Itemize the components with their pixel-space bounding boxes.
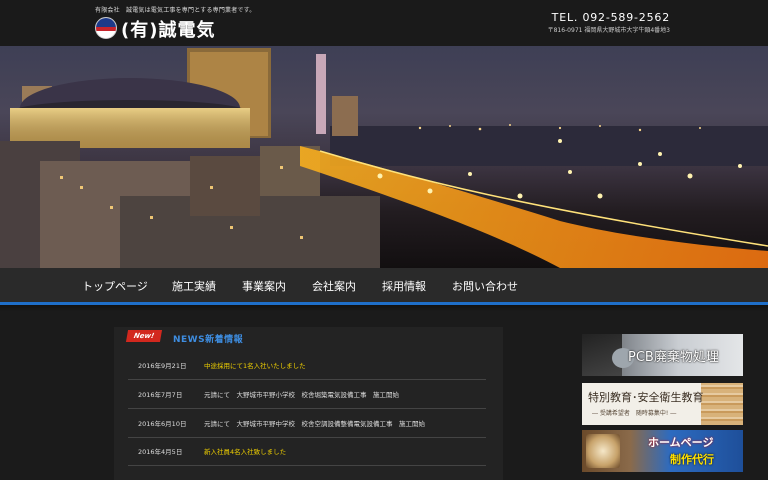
news-date: 2016年7月7日 xyxy=(138,391,183,399)
site-tagline: 有限会社 誠電気は電気工事を専門とする専門業者です。 xyxy=(95,7,256,14)
homepage-production-banner[interactable]: ホームページ 制作代行 xyxy=(582,430,743,472)
news-item[interactable]: 2016年6月10日 元請にて 大野城市平野中学校 校舎空調設備整備電気設備工事… xyxy=(128,409,486,438)
education-banner-label: 特別教育･安全衛生教育 xyxy=(588,391,704,404)
news-item[interactable]: 2016年7月7日 元請にて 大野城市平野小学校 校舎堀築電気設備工事 施工開始 xyxy=(128,380,486,409)
nav-construction-results[interactable]: 施工実績 xyxy=(172,278,216,294)
new-badge: New! xyxy=(125,330,163,342)
news-panel: New! NEWS新着情報 2016年9月21日 中途採用にて1名入社いたしまし… xyxy=(114,327,503,480)
pcb-waste-banner[interactable]: PCB廃棄物処理 xyxy=(582,334,743,376)
safety-education-banner[interactable]: 特別教育･安全衛生教育 ― 受講希望者 随時募集中! ― xyxy=(582,383,743,425)
news-text[interactable]: 元請にて 大野城市平野小学校 校舎堀築電気設備工事 施工開始 xyxy=(204,389,399,399)
news-text[interactable]: 中途採用にて1名入社いたしました xyxy=(204,360,306,370)
nav-company-info[interactable]: 会社案内 xyxy=(312,278,356,294)
nav-contact[interactable]: お問い合わせ xyxy=(452,278,518,294)
company-logo-icon[interactable] xyxy=(95,17,117,39)
homepage-banner-label: ホームページ xyxy=(648,436,714,449)
nav-top-page[interactable]: トップページ xyxy=(82,278,148,294)
main-navigation: トップページ 施工実績 事業案内 会社案内 採用情報 お問い合わせ xyxy=(0,268,768,305)
pencils-image xyxy=(701,383,743,425)
news-title: NEWS新着情報 xyxy=(173,335,244,345)
hero-night-city-image xyxy=(0,46,768,268)
news-date: 2016年4月5日 xyxy=(138,448,183,456)
news-text[interactable]: 元請にて 大野城市平野中学校 校舎空調設備整備電気設備工事 施工開始 xyxy=(204,418,425,428)
news-item[interactable]: 2016年4月5日 新入社員4名入社致しました xyxy=(128,437,486,466)
news-text[interactable]: 新入社員4名入社致しました xyxy=(204,446,286,456)
news-date: 2016年9月21日 xyxy=(138,362,187,370)
food-image xyxy=(586,434,620,468)
nav-recruitment[interactable]: 採用情報 xyxy=(382,278,426,294)
nav-divider xyxy=(0,305,768,311)
news-date: 2016年6月10日 xyxy=(138,420,187,428)
nav-business-guide[interactable]: 事業案内 xyxy=(242,278,286,294)
company-name[interactable]: (有)誠電気 xyxy=(121,16,215,42)
pcb-banner-label: PCB廃棄物処理 xyxy=(628,350,719,365)
company-address: 〒816-0971 福岡県大野城市大字牛頸4番地3 xyxy=(547,27,670,34)
site-header: 有限会社 誠電気は電気工事を専門とする専門業者です。 (有)誠電気 TEL. 0… xyxy=(0,0,768,46)
homepage-banner-sub: 制作代行 xyxy=(670,453,714,466)
hero-illustration xyxy=(0,48,768,268)
news-item[interactable]: 2016年9月21日 中途採用にて1名入社いたしました xyxy=(128,351,486,380)
phone-number: TEL. 092-589-2562 xyxy=(551,11,670,24)
education-banner-sub: ― 受講希望者 随時募集中! ― xyxy=(592,410,677,417)
